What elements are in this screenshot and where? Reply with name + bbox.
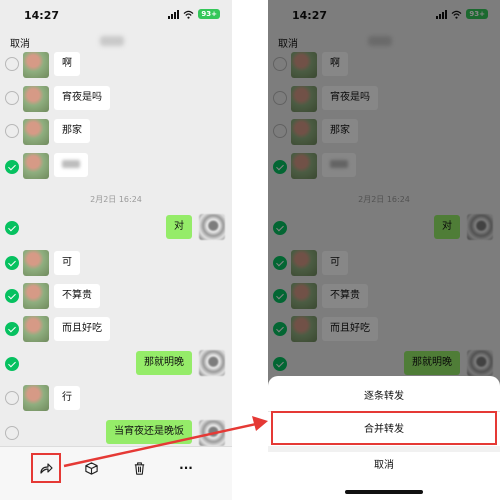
cube-icon xyxy=(84,461,98,475)
select-checkbox[interactable] xyxy=(5,391,19,405)
message-bubble[interactable]: 而且好吃 xyxy=(54,317,110,341)
select-checkbox-checked[interactable] xyxy=(5,322,19,336)
chat-screen-forward-sheet: 14:27 93+ 取消 啊 宵夜是吗 那家 2月2日 16:24 对 可 不算… xyxy=(268,0,500,500)
forward-one-by-one-option[interactable]: 逐条转发 xyxy=(268,387,500,402)
message-bubble-blurred[interactable] xyxy=(54,153,88,177)
message-bubble[interactable]: 啊 xyxy=(54,52,80,76)
select-checkbox[interactable] xyxy=(5,124,19,138)
status-bar: 14:27 93+ xyxy=(0,0,232,28)
friend-avatar[interactable] xyxy=(23,153,49,179)
cancel-button[interactable]: 取消 xyxy=(10,35,30,50)
friend-avatar[interactable] xyxy=(23,250,49,276)
message-bubble[interactable]: 行 xyxy=(54,386,80,410)
message-bubble[interactable]: 宵夜是吗 xyxy=(54,86,110,110)
chat-title-blurred xyxy=(100,36,124,46)
message-bubble[interactable]: 对 xyxy=(166,215,192,239)
forward-icon xyxy=(40,463,53,474)
status-time: 14:27 xyxy=(24,9,60,22)
select-checkbox[interactable] xyxy=(5,426,19,440)
delete-button[interactable] xyxy=(124,453,154,483)
select-checkbox-checked[interactable] xyxy=(5,256,19,270)
friend-avatar[interactable] xyxy=(23,385,49,411)
nav-bar: 取消 xyxy=(0,30,232,54)
select-checkbox-checked[interactable] xyxy=(5,289,19,303)
merge-forward-option[interactable]: 合并转发 xyxy=(268,420,500,435)
message-bubble[interactable]: 可 xyxy=(54,251,80,275)
sheet-cancel-button[interactable]: 取消 xyxy=(268,456,500,471)
trash-icon xyxy=(134,461,144,475)
select-checkbox[interactable] xyxy=(5,57,19,71)
arrow-head xyxy=(252,416,268,431)
message-bubble[interactable]: 当宵夜还是晚饭 xyxy=(106,420,192,444)
message-bubble[interactable]: 那家 xyxy=(54,119,90,143)
message-bubble[interactable]: 不算贵 xyxy=(54,284,100,308)
home-indicator xyxy=(345,490,423,494)
my-avatar[interactable] xyxy=(199,214,225,240)
my-avatar[interactable] xyxy=(199,350,225,376)
select-checkbox-checked[interactable] xyxy=(5,160,19,174)
friend-avatar[interactable] xyxy=(23,316,49,342)
blurred-text xyxy=(62,160,80,168)
select-checkbox[interactable] xyxy=(5,91,19,105)
battery-badge: 93+ xyxy=(198,9,220,19)
friend-avatar[interactable] xyxy=(23,86,49,112)
message-bubble[interactable]: 那就明晚 xyxy=(136,351,192,375)
friend-avatar[interactable] xyxy=(23,52,49,78)
select-checkbox-checked[interactable] xyxy=(5,221,19,235)
more-button[interactable]: ··· xyxy=(171,453,201,483)
date-separator: 2月2日 16:24 xyxy=(90,195,142,204)
status-icons: 93+ xyxy=(168,9,220,19)
wifi-icon xyxy=(183,10,194,19)
bottom-action-toolbar: ··· xyxy=(0,446,232,500)
select-checkbox-checked[interactable] xyxy=(5,357,19,371)
friend-avatar[interactable] xyxy=(23,119,49,145)
signal-icon xyxy=(168,9,180,19)
my-avatar[interactable] xyxy=(199,420,225,446)
favorite-button[interactable] xyxy=(76,453,106,483)
forward-button[interactable] xyxy=(31,453,61,483)
divider xyxy=(268,446,500,452)
chat-screen-select-mode: 14:27 93+ 取消 啊 宵夜是吗 那家 2月2日 16:24 对 可 不算… xyxy=(0,0,232,500)
friend-avatar[interactable] xyxy=(23,283,49,309)
forward-action-sheet: 逐条转发 合并转发 取消 xyxy=(268,376,500,500)
